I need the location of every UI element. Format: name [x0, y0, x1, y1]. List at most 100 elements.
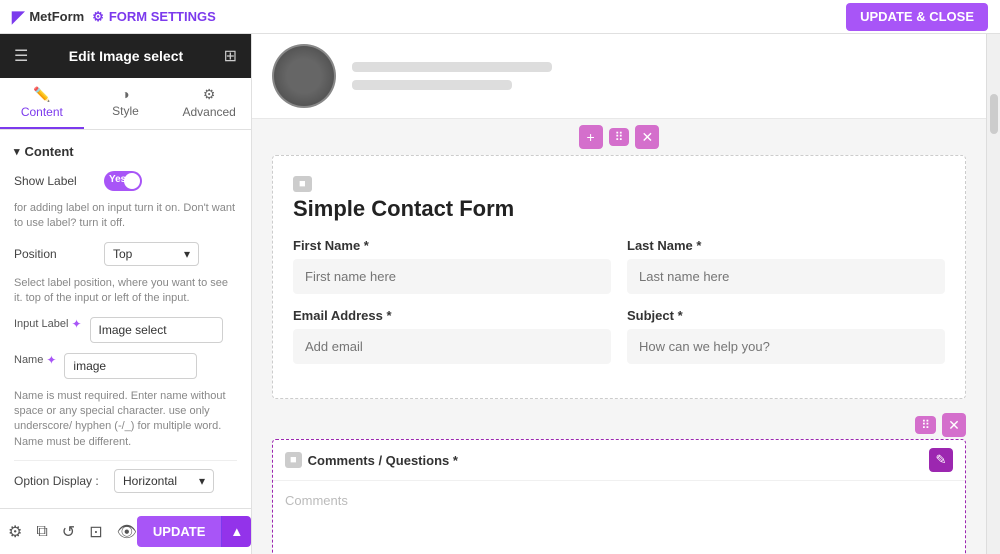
comments-section: ■ Comments / Questions * ✎ Comments [272, 439, 966, 554]
form-row-2: Email Address * Subject * [293, 308, 945, 364]
close-section-button[interactable]: ✕ [635, 125, 659, 149]
form-block-icon: ■ [293, 176, 312, 192]
update-button[interactable]: UPDATE [137, 516, 221, 547]
magic-icon: ✦ [71, 317, 81, 331]
option-display-chevron-icon: ▾ [199, 474, 205, 488]
option-display-value: Horizontal [123, 474, 177, 488]
name-magic-icon: ✦ [46, 353, 56, 367]
img-line-1 [352, 62, 552, 72]
position-select[interactable]: Top ▾ [104, 242, 199, 266]
undo-icon[interactable]: ↺ [62, 522, 75, 542]
image-preview [252, 34, 986, 119]
sidebar-content: Content Show Label Yes for adding label … [0, 130, 251, 508]
position-label: Position [14, 247, 104, 261]
eye-icon[interactable]: 👁 [117, 522, 137, 542]
subject-col: Subject * [627, 308, 945, 364]
content-area: + ⠿ ✕ ■ Simple Contact Form First Name *… [252, 34, 986, 554]
position-row: Position Top ▾ [14, 242, 237, 266]
input-label-field[interactable] [90, 317, 223, 343]
input-label-row: Input Label ✦ [14, 317, 237, 343]
style-tab-icon: ◑ [88, 86, 164, 102]
form-section-toolbar: + ⠿ ✕ [252, 119, 986, 155]
input-label-label: Input Label ✦ [14, 317, 82, 331]
subject-input[interactable] [627, 329, 945, 364]
sidebar-header-icons: ⊞ [224, 46, 237, 66]
template-icon[interactable]: ⊡ [89, 522, 102, 542]
content-section-title: Content [14, 144, 237, 159]
sidebar-toolbar: ⚙ ⧉ ↺ ⊡ 👁 UPDATE ▲ [0, 508, 251, 554]
image-thumb-inner [274, 46, 334, 106]
tab-content[interactable]: ✏️ Content [0, 78, 84, 129]
input-label-text: Input Label [14, 318, 68, 330]
topbar: ◤ MetForm ⚙ FORM SETTINGS UPDATE & CLOSE [0, 0, 1000, 34]
show-label-text: Show Label [14, 174, 104, 188]
topbar-logo: ◤ MetForm [12, 7, 84, 27]
sidebar-title: Edit Image select [69, 48, 183, 64]
settings-icon[interactable]: ⚙ [8, 522, 22, 542]
scrollbar-thumb[interactable] [990, 94, 998, 134]
topbar-left: ◤ MetForm ⚙ FORM SETTINGS [12, 7, 216, 27]
comments-section-toolbar: ⠿ ✕ [252, 409, 986, 439]
img-line-2 [352, 80, 512, 90]
content-tab-label: Content [21, 105, 63, 119]
tab-advanced[interactable]: ⚙ Advanced [167, 78, 251, 129]
show-label-row: Show Label Yes [14, 171, 237, 191]
tab-style[interactable]: ◑ Style [84, 78, 168, 129]
chevron-down-icon: ▾ [184, 247, 190, 261]
last-name-input[interactable] [627, 259, 945, 294]
form-row-1: First Name * Last Name * [293, 238, 945, 294]
name-label: Name ✦ [14, 353, 56, 367]
comments-block-icon: ■ [285, 452, 302, 468]
email-col: Email Address * [293, 308, 611, 364]
form-title: Simple Contact Form [293, 196, 945, 222]
name-label-text: Name [14, 354, 43, 366]
comments-body: Comments [273, 481, 965, 554]
gear-icon: ⚙ [92, 9, 104, 25]
content-tab-icon: ✏️ [4, 86, 80, 103]
update-arrow-button[interactable]: ▲ [221, 516, 251, 547]
layers-icon[interactable]: ⧉ [36, 523, 47, 541]
position-value: Top [113, 247, 132, 261]
show-label-toggle[interactable]: Yes [104, 171, 142, 191]
hamburger-icon[interactable]: ☰ [14, 46, 28, 66]
add-section-button[interactable]: + [579, 125, 603, 149]
metform-logo-icon: ◤ [12, 7, 24, 27]
image-thumbnail [272, 44, 336, 108]
toggle-wrap: Yes [104, 171, 142, 191]
email-input[interactable] [293, 329, 611, 364]
sidebar: ☰ Edit Image select ⊞ ✏️ Content ◑ Style… [0, 34, 252, 554]
update-button-wrap: UPDATE ▲ [137, 516, 251, 547]
style-tab-label: Style [112, 104, 139, 118]
first-name-label: First Name * [293, 238, 611, 253]
main-layout: ☰ Edit Image select ⊞ ✏️ Content ◑ Style… [0, 34, 1000, 554]
form-card: ■ Simple Contact Form First Name * Last … [272, 155, 966, 399]
option-display-row: Option Display : Horizontal ▾ [14, 469, 237, 493]
first-name-input[interactable] [293, 259, 611, 294]
option-display-label: Option Display : [14, 474, 114, 488]
name-field[interactable] [64, 353, 197, 379]
image-placeholder-lines [352, 62, 552, 90]
show-label-hint: for adding label on input turn it on. Do… [14, 201, 237, 232]
advanced-tab-icon: ⚙ [171, 86, 247, 103]
comments-edit-button[interactable]: ✎ [929, 448, 953, 472]
comments-header: ■ Comments / Questions * ✎ [273, 440, 965, 481]
subject-label: Subject * [627, 308, 945, 323]
grid-icon[interactable]: ⊞ [224, 46, 237, 66]
move-comments-icon[interactable]: ⠿ [915, 416, 936, 434]
last-name-col: Last Name * [627, 238, 945, 294]
advanced-tab-label: Advanced [182, 105, 235, 119]
close-comments-button[interactable]: ✕ [942, 413, 966, 437]
comments-label: Comments / Questions * [308, 453, 458, 468]
form-settings-link[interactable]: ⚙ FORM SETTINGS [92, 9, 216, 25]
sidebar-header: ☰ Edit Image select ⊞ [0, 34, 251, 78]
position-hint: Select label position, where you want to… [14, 276, 237, 307]
name-row: Name ✦ [14, 353, 237, 379]
toggle-knob [124, 173, 140, 189]
divider [14, 460, 237, 461]
update-close-button[interactable]: UPDATE & CLOSE [846, 3, 988, 31]
form-settings-label: FORM SETTINGS [109, 9, 216, 24]
option-display-select[interactable]: Horizontal ▾ [114, 469, 214, 493]
comments-area: Comments [285, 493, 953, 554]
first-name-col: First Name * [293, 238, 611, 294]
move-section-icon[interactable]: ⠿ [609, 128, 630, 146]
